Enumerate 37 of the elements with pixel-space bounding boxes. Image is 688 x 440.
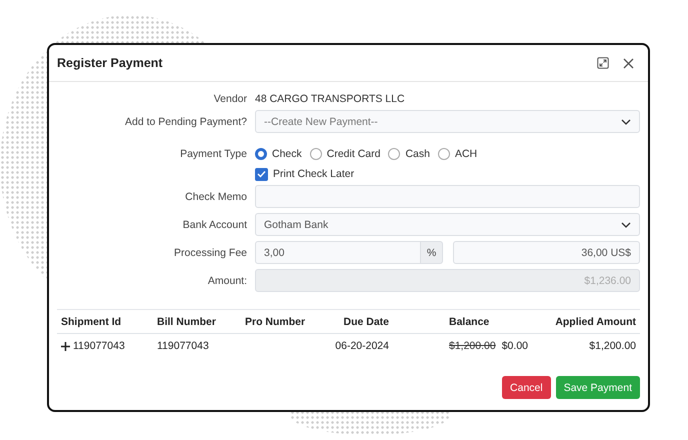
fee-amount-field[interactable]: 36,00 US$ — [453, 241, 640, 264]
chevron-down-icon — [621, 222, 631, 228]
checkmark-icon — [257, 170, 266, 178]
field-label: Vendor — [212, 93, 248, 105]
window-title: Register Payment — [57, 56, 163, 70]
vendor-name: 48 CARGO TRANSPORTS LLC — [255, 93, 405, 105]
percent-addon: % — [421, 241, 443, 264]
fee-percent-field[interactable]: 3,00 — [255, 241, 421, 264]
field-label: Check Memo — [184, 190, 248, 202]
column-header: Applied Amount — [554, 316, 637, 328]
cancel-button[interactable]: Cancel — [502, 376, 551, 399]
bank-account-select[interactable]: Gotham Bank — [255, 213, 640, 236]
plus-icon[interactable] — [61, 342, 70, 350]
field-label: Add to Pending Payment? — [124, 116, 248, 128]
field-label: Bank Account — [182, 218, 248, 230]
payment-type-radio[interactable]: Check — [255, 148, 302, 160]
column-header: Shipment Id — [60, 316, 122, 328]
field-label: Payment Type — [179, 148, 248, 160]
column-header: Bill Number — [156, 316, 217, 328]
column-header: Balance — [448, 316, 490, 328]
expand-icon[interactable] — [597, 57, 609, 69]
payment-type-radio[interactable]: Credit Card — [310, 148, 380, 160]
field-label: Processing Fee — [173, 246, 248, 258]
chevron-down-icon — [621, 118, 631, 124]
table-cell-text: 06-20-2024 — [334, 340, 390, 352]
table-cell: $0.00 — [502, 340, 528, 352]
previous-balance: $1,200.00 — [449, 340, 496, 352]
table-cell-text: $1,200.00 — [588, 340, 637, 352]
table-cell: 119077043 — [73, 340, 125, 352]
payment-type-radio[interactable]: ACH — [438, 148, 478, 160]
pending-payment-select[interactable]: --Create New Payment-- — [255, 110, 640, 133]
payment-type-radio[interactable]: Cash — [388, 148, 430, 160]
field-label: Amount: — [206, 274, 248, 286]
print-check-later-checkbox[interactable]: Print Check Later — [255, 168, 354, 180]
close-icon[interactable] — [623, 58, 634, 68]
table-cell-text: 119077043 — [156, 340, 210, 352]
check-memo-field[interactable] — [255, 185, 640, 208]
